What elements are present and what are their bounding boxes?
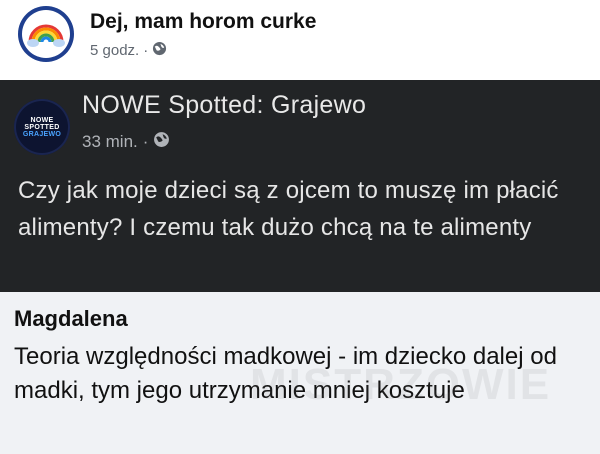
comment: Magdalena Teoria względności madkowej - …	[0, 292, 600, 454]
shared-post-body: Czy jak moje dzieci są z ojcem to muszę …	[18, 177, 559, 241]
globe-icon	[152, 41, 167, 60]
page-avatar[interactable]	[18, 6, 74, 62]
comment-author[interactable]: Magdalena	[14, 306, 128, 332]
shared-post-time[interactable]: 33 min.	[82, 132, 138, 152]
post-time[interactable]: 5 godz.	[90, 42, 139, 59]
avatar-line-1: NOWE	[30, 116, 54, 124]
shared-page-name[interactable]: NOWE Spotted: Grajewo	[82, 91, 366, 120]
shared-post-card: NOWE SPOTTED GRAJEWO NOWE Spotted: Graje…	[0, 80, 600, 292]
post-header: Dej, mam horom curke 5 godz. ·	[0, 0, 600, 80]
avatar-line-2: SPOTTED	[24, 123, 60, 131]
shared-page-avatar[interactable]: NOWE SPOTTED GRAJEWO	[14, 99, 70, 155]
globe-icon	[153, 131, 170, 153]
shared-post-meta: 33 min. ·	[82, 131, 170, 153]
post-meta: 5 godz. ·	[90, 41, 167, 60]
rainbow-icon	[22, 10, 70, 58]
shared-meta-separator: ·	[142, 132, 149, 151]
meta-separator: ·	[143, 42, 149, 59]
avatar-line-3: GRAJEWO	[22, 130, 62, 138]
page-name[interactable]: Dej, mam horom curke	[90, 10, 316, 34]
comment-text: Teoria względności madkowej - im dziecko…	[14, 343, 557, 404]
